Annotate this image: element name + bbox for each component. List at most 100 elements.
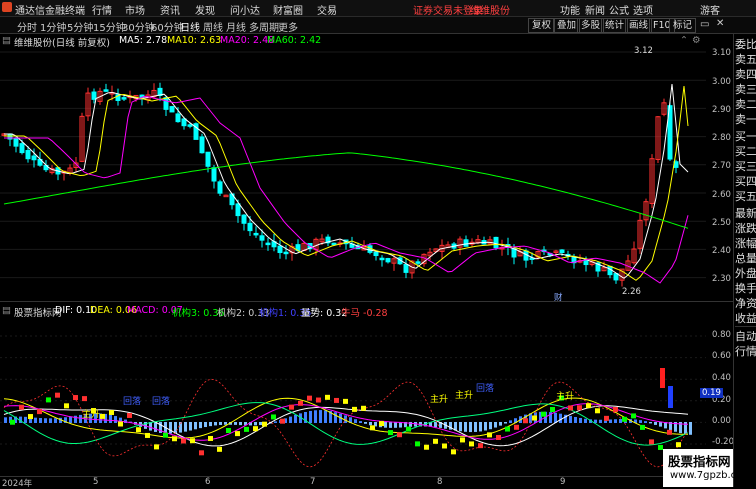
tab-weekly[interactable]: 周线 — [203, 19, 223, 34]
watermark-title: 股票指标网 — [668, 454, 731, 469]
niuma-line — [3, 378, 689, 468]
panel-net-assets[interactable]: 净资 — [735, 296, 756, 311]
macd-bar — [294, 414, 297, 423]
panel-quotes[interactable]: 行情 — [735, 344, 756, 359]
menu-options[interactable]: 选项 — [633, 2, 653, 17]
signal-block — [145, 432, 150, 438]
candlestick-chart[interactable] — [0, 44, 706, 299]
candle-body — [103, 89, 109, 92]
signal-block — [406, 426, 411, 432]
macd-bar — [54, 418, 57, 423]
menu-trade[interactable]: 交易 — [317, 2, 337, 17]
signal-block — [244, 426, 249, 432]
signal-block — [37, 409, 42, 415]
candle-body — [511, 248, 517, 258]
indicator-chart[interactable] — [0, 316, 706, 478]
mark-button[interactable]: 标记 — [669, 18, 697, 33]
macd-bar — [289, 416, 292, 423]
candle-body — [493, 236, 499, 249]
quote-side-panel: 委比 卖五 卖四 卖三 卖二 卖一 买一 买二 买三 买四 买五 最新 涨跌 涨… — [733, 34, 756, 487]
panel-outer[interactable]: 外盘 — [735, 266, 756, 281]
signal-block — [415, 441, 420, 447]
signal-label: 主升 — [82, 410, 101, 420]
signal-block — [478, 443, 483, 449]
signal-block — [325, 394, 330, 400]
candle-body — [559, 249, 565, 254]
menu-ask[interactable]: 问小达 — [230, 2, 260, 17]
y-tick: 2.60 — [712, 190, 731, 200]
signal-block — [433, 438, 438, 444]
macd-bar — [154, 422, 157, 432]
panel-sell4[interactable]: 卖四 — [735, 67, 756, 82]
overlay-button[interactable]: 叠加 — [553, 18, 581, 33]
signal-block — [451, 449, 456, 455]
tab-timeshare[interactable]: 分时 — [17, 19, 37, 34]
tab-daily[interactable]: 日线 — [180, 19, 200, 34]
panel-latest[interactable]: 最新 — [735, 206, 756, 221]
watermark-url: www.7gpzb.com — [670, 470, 752, 481]
signal-block — [586, 403, 591, 409]
signal-block — [181, 438, 186, 444]
menu-quotes[interactable]: 行情 — [92, 2, 112, 17]
macd-bar — [639, 420, 642, 423]
tab-5min[interactable]: 5分钟 — [67, 19, 93, 34]
macd-bar — [579, 417, 582, 423]
menu-wealth[interactable]: 财富圈 — [273, 2, 303, 17]
draw-button[interactable]: 画线 — [625, 18, 653, 33]
menu-bar: 通达信金融终端 行情 市场 资讯 发现 问小达 财富圈 交易 证券交易未登录 维… — [0, 0, 756, 17]
panel-change-pct[interactable]: 涨幅 — [735, 236, 756, 251]
menu-function[interactable]: 功能 — [560, 2, 580, 17]
y-tick: 3.10 — [712, 48, 731, 58]
signal-label: 回落 — [476, 384, 495, 394]
signal-block — [217, 446, 222, 452]
candle-body — [25, 150, 31, 160]
macd-bar — [659, 422, 662, 427]
multi-stock-button[interactable]: 多股 — [577, 18, 605, 33]
macd-bar — [214, 422, 217, 426]
candle-body — [265, 242, 271, 246]
menu-discover[interactable]: 发现 — [195, 2, 215, 17]
tab-multi[interactable]: 多周期 — [249, 19, 279, 34]
window-close-icon[interactable]: ✕ — [716, 18, 724, 29]
adjust-button[interactable]: 复权 — [528, 18, 556, 33]
panel-buy1[interactable]: 买一 — [735, 129, 756, 144]
panel-sell2[interactable]: 卖二 — [735, 97, 756, 112]
macd-bar — [609, 419, 612, 423]
window-restore-icon[interactable]: ▭ — [700, 19, 709, 30]
panel-turnover[interactable]: 换手 — [735, 281, 756, 296]
panel-change[interactable]: 涨跌 — [735, 221, 756, 236]
y-tick: 3.00 — [712, 77, 731, 87]
tab-15min[interactable]: 15分钟 — [93, 19, 126, 34]
tab-1min[interactable]: 1分钟 — [40, 19, 66, 34]
tab-30min[interactable]: 30分钟 — [122, 19, 155, 34]
macd-bar — [219, 422, 222, 425]
menu-formula[interactable]: 公式 — [609, 2, 629, 17]
menu-market[interactable]: 市场 — [125, 2, 145, 17]
tab-monthly[interactable]: 月线 — [226, 19, 246, 34]
panel-sell5[interactable]: 卖五 — [735, 52, 756, 67]
signal-label: 主升 — [556, 392, 575, 402]
menu-news[interactable]: 资讯 — [160, 2, 180, 17]
tab-60min[interactable]: 60分钟 — [151, 19, 184, 34]
panel-buy4[interactable]: 买四 — [735, 174, 756, 189]
panel-volume[interactable]: 总量 — [735, 251, 756, 266]
signal-block — [532, 415, 537, 421]
panel-buy5[interactable]: 买五 — [735, 189, 756, 204]
user-label[interactable]: 游客 — [700, 2, 720, 17]
menu-newsfeed[interactable]: 新闻 — [585, 2, 605, 17]
stats-button[interactable]: 统计 — [601, 18, 629, 33]
macd-bar — [34, 417, 37, 423]
sub-chart-menu-icon[interactable]: ▤ — [2, 305, 11, 316]
panel-buy3[interactable]: 买三 — [735, 159, 756, 174]
candle-body — [583, 259, 589, 266]
panel-sell3[interactable]: 卖三 — [735, 82, 756, 97]
panel-eps[interactable]: 收益 — [735, 311, 756, 326]
tab-more[interactable]: 更多 — [278, 19, 298, 34]
macd-bar — [559, 413, 562, 423]
panel-sell1[interactable]: 卖一 — [735, 112, 756, 127]
panel-auto[interactable]: 自动 — [735, 329, 756, 344]
panel-weibi[interactable]: 委比 — [735, 37, 756, 52]
panel-buy2[interactable]: 买二 — [735, 144, 756, 159]
macd-bar — [109, 414, 112, 423]
signal-block — [352, 406, 357, 412]
